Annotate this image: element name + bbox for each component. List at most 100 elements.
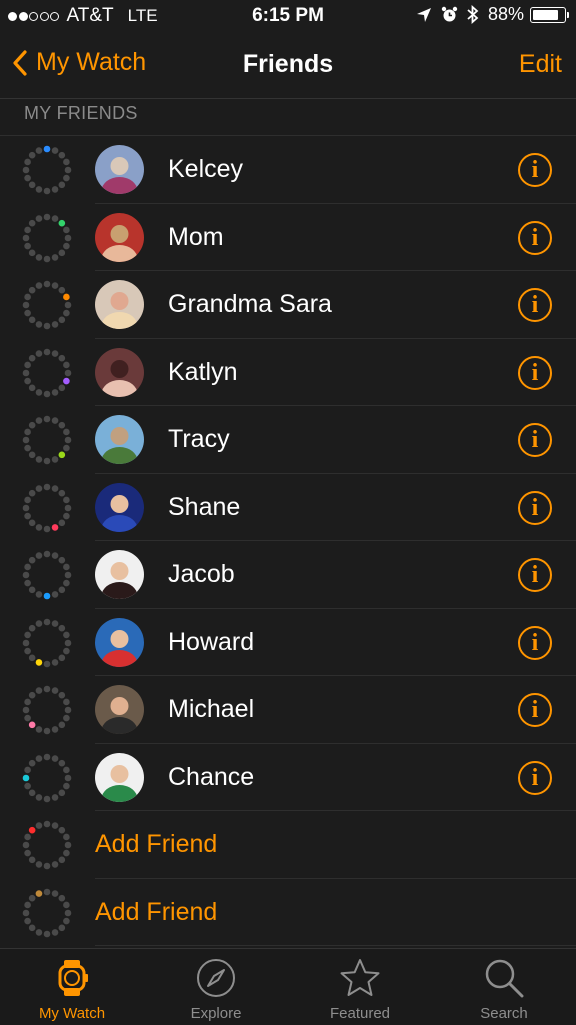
compass-icon: [197, 959, 235, 997]
battery-percent: 88%: [487, 4, 524, 24]
info-icon: i: [531, 157, 539, 183]
tab-label: Explore: [190, 1005, 242, 1022]
tab-label: Search: [480, 1005, 528, 1022]
avatar: [95, 212, 144, 262]
add-friend-row[interactable]: Add Friend: [0, 879, 576, 946]
edit-button[interactable]: Edit: [519, 50, 562, 79]
info-button[interactable]: i: [518, 558, 552, 592]
bluetooth-icon: [467, 5, 479, 24]
friend-name: Mom: [168, 222, 224, 251]
info-button[interactable]: i: [518, 288, 552, 322]
back-button[interactable]: My Watch: [12, 48, 146, 77]
friend-name: Shane: [168, 492, 241, 521]
activity-ring: [22, 550, 72, 600]
back-button-label: My Watch: [36, 48, 147, 76]
friend-name: Chance: [168, 762, 255, 791]
section-header: MY FRIENDS: [0, 99, 576, 135]
avatar: [95, 617, 144, 667]
info-icon: i: [531, 494, 539, 521]
info-button[interactable]: i: [518, 153, 552, 187]
friend-row[interactable]: Michael i: [0, 676, 576, 744]
activity-ring: [22, 415, 72, 465]
section-header-label: MY FRIENDS: [24, 103, 138, 123]
watch-icon: [58, 960, 88, 996]
add-friend-button[interactable]: Add Friend: [95, 830, 217, 859]
activity-ring: [22, 213, 72, 263]
friend-name: Michael: [168, 695, 255, 723]
activity-ring-icon: [22, 348, 72, 397]
info-icon: i: [531, 562, 539, 588]
status-bar: AT&T LTE 6:15 PM 88%: [0, 0, 576, 34]
activity-ring-icon: [22, 213, 72, 262]
activity-ring-icon: [22, 483, 72, 532]
friend-row[interactable]: Shane i: [0, 474, 576, 541]
info-icon: i: [531, 427, 539, 453]
friend-row[interactable]: Kelcey i: [0, 136, 576, 204]
chevron-left-icon: [13, 49, 27, 76]
info-icon: i: [531, 292, 539, 318]
friend-name: Howard: [168, 627, 255, 656]
friend-name: Kelcey: [168, 155, 244, 183]
row-separator: [95, 945, 576, 946]
tab-label: My Watch: [38, 1005, 106, 1022]
friend-name: Jacob: [168, 560, 235, 588]
activity-ring-icon: [22, 888, 72, 937]
friends-list: Kelcey i Mom i Grandma Sara i Katlyn i Tracy i Sha…: [0, 135, 576, 946]
activity-ring: [22, 145, 72, 195]
friend-name: Katlyn: [168, 357, 238, 386]
activity-ring: [22, 348, 72, 398]
info-button[interactable]: i: [518, 625, 552, 660]
friend-name: Grandma Sara: [168, 290, 332, 318]
tab-bar: My Watch Explore Featured Search: [0, 948, 576, 1025]
battery-icon: [530, 6, 569, 23]
tab-label: Featured: [329, 1005, 391, 1022]
activity-ring: [22, 618, 72, 668]
friend-row[interactable]: Chance i: [0, 744, 576, 811]
activity-ring-icon: [22, 685, 72, 735]
tab-my-watch[interactable]: My Watch: [0, 949, 144, 1025]
info-button[interactable]: i: [518, 423, 552, 457]
star-icon: [340, 959, 380, 996]
avatar: [95, 347, 144, 397]
info-icon: i: [531, 629, 539, 656]
info-button[interactable]: i: [518, 760, 552, 795]
info-button[interactable]: i: [518, 355, 552, 390]
friend-name: Tracy: [168, 425, 230, 453]
info-button[interactable]: i: [518, 693, 552, 727]
activity-ring-icon: [22, 280, 72, 330]
friend-row[interactable]: Jacob i: [0, 541, 576, 609]
add-friend-row[interactable]: Add Friend: [0, 811, 576, 879]
friend-row[interactable]: Mom i: [0, 204, 576, 271]
activity-ring-icon: [22, 550, 72, 600]
location-arrow-icon: [416, 7, 431, 22]
friend-row[interactable]: Howard i: [0, 609, 576, 676]
avatar: [95, 550, 144, 599]
tab-explore[interactable]: Explore: [144, 949, 288, 1025]
avatar: [95, 280, 144, 329]
activity-ring: [22, 753, 72, 803]
avatar: [95, 685, 144, 734]
info-button[interactable]: i: [518, 220, 552, 255]
activity-ring-icon: [22, 618, 72, 667]
tab-search[interactable]: Search: [432, 949, 576, 1025]
info-icon: i: [531, 697, 539, 723]
friend-row[interactable]: Tracy i: [0, 406, 576, 474]
friend-row[interactable]: Grandma Sara i: [0, 271, 576, 339]
activity-ring: [22, 820, 72, 870]
activity-ring-icon: [22, 415, 72, 465]
activity-ring-icon: [22, 753, 72, 802]
alarm-icon: [441, 6, 458, 22]
activity-ring-icon: [22, 145, 72, 195]
info-icon: i: [531, 224, 539, 251]
tab-featured[interactable]: Featured: [288, 949, 432, 1025]
info-button[interactable]: i: [518, 490, 552, 525]
friend-row[interactable]: Katlyn i: [0, 339, 576, 406]
navigation-bar: My Watch Friends Edit: [0, 34, 576, 99]
avatar: [95, 482, 144, 532]
add-friend-button[interactable]: Add Friend: [95, 898, 217, 927]
avatar: [95, 752, 144, 802]
activity-ring: [22, 685, 72, 735]
activity-ring: [22, 280, 72, 330]
search-icon: [485, 959, 524, 998]
avatar: [95, 145, 144, 194]
